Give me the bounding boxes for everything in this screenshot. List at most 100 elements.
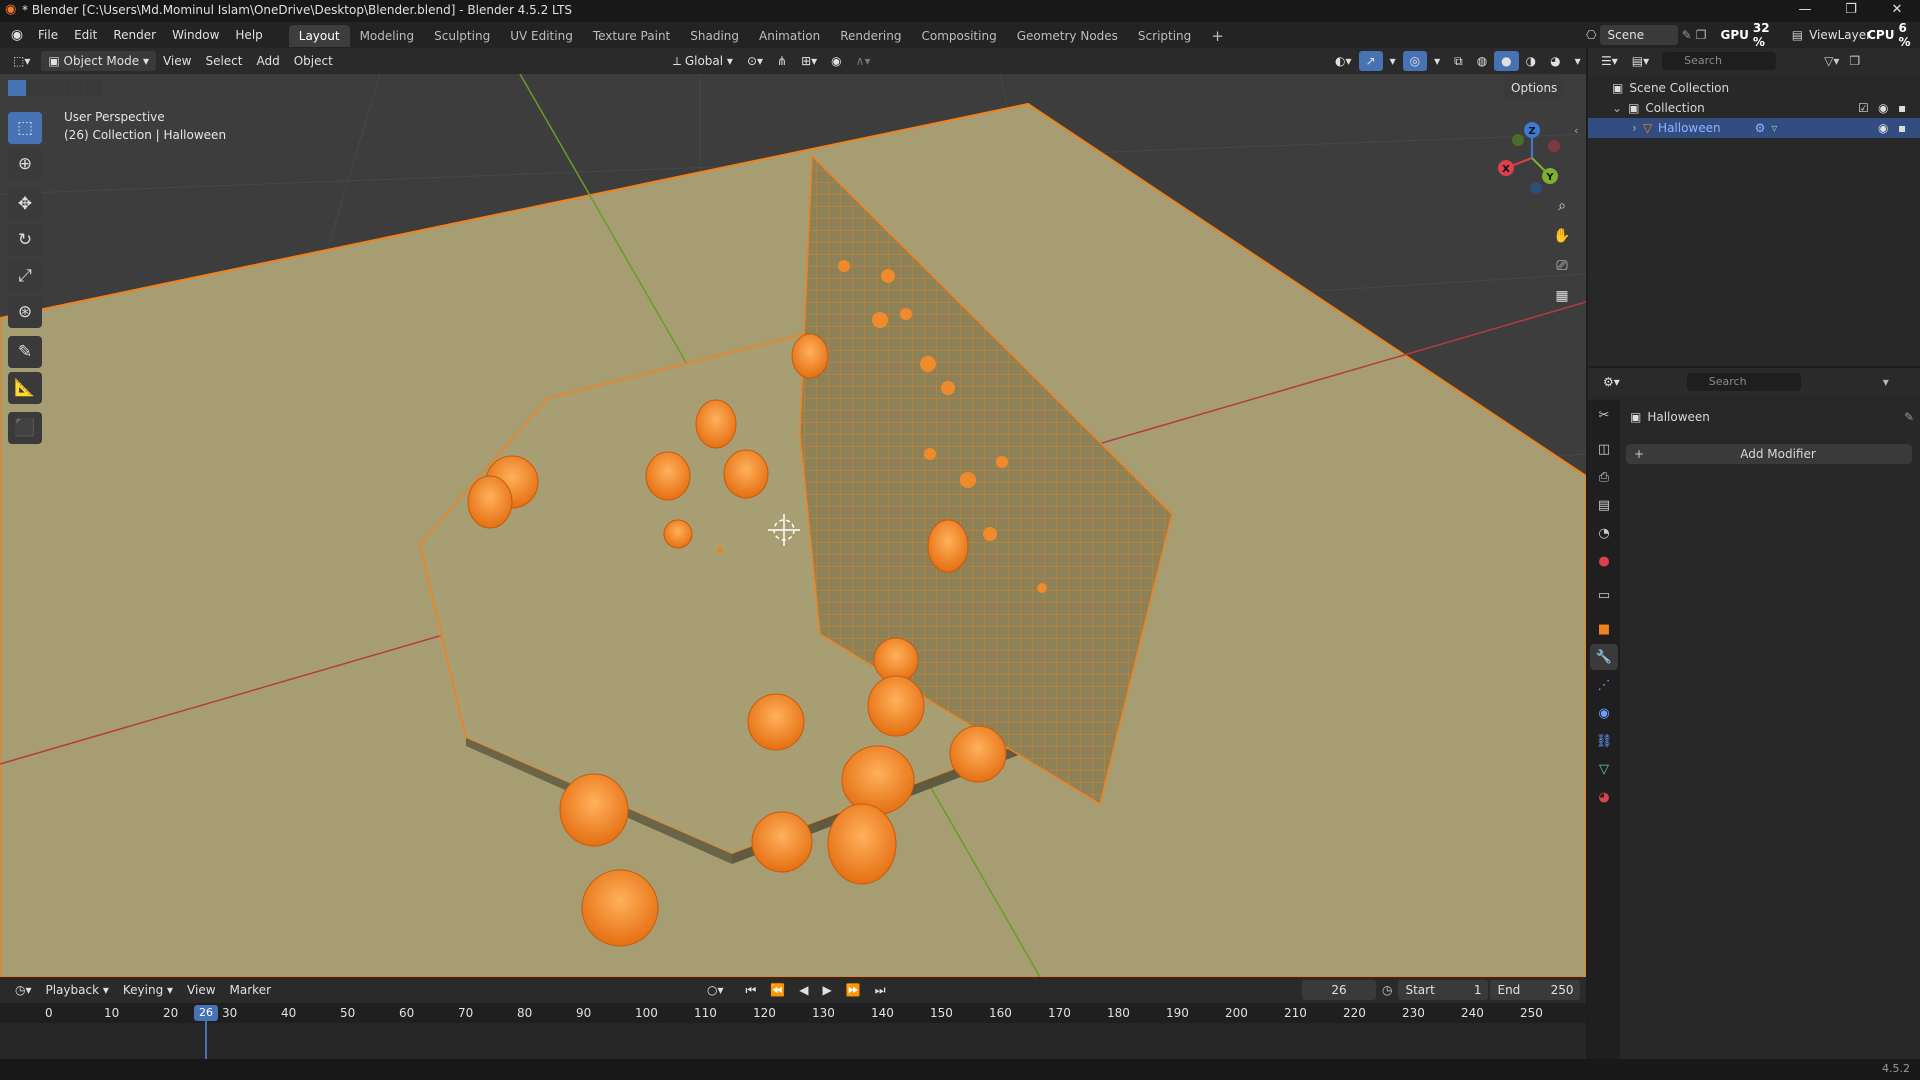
scene-selector[interactable]: Scene bbox=[1600, 25, 1678, 45]
add-modifier-button[interactable]: + Add Modifier bbox=[1626, 444, 1912, 464]
world-tab-icon[interactable]: ● bbox=[1590, 548, 1618, 574]
frame-ruler[interactable]: 0 10 20 30 40 50 60 70 80 90 100 110 120 130 140 150 160… bbox=[0, 1003, 1586, 1059]
properties-options-icon[interactable]: ▾ bbox=[1883, 375, 1889, 389]
display-mode-icon[interactable]: ▤▾ bbox=[1625, 51, 1656, 71]
menu-help[interactable]: Help bbox=[227, 22, 270, 48]
properties-editor-type-icon[interactable]: ⚙▾ bbox=[1596, 372, 1627, 392]
render-tab-icon[interactable]: ◫ bbox=[1590, 436, 1618, 462]
select-box-tool-icon[interactable]: ⬚ bbox=[8, 112, 42, 144]
tab-shading[interactable]: Shading bbox=[680, 25, 749, 47]
menu-render[interactable]: Render bbox=[105, 22, 164, 48]
select-new-icon[interactable] bbox=[8, 80, 26, 96]
timeline-editor-type-icon[interactable]: ◷▾ bbox=[8, 980, 39, 1000]
pivot-point-icon[interactable]: ⊙▾ bbox=[740, 51, 770, 71]
tab-compositing[interactable]: Compositing bbox=[911, 25, 1006, 47]
menu-file[interactable]: File bbox=[30, 22, 66, 48]
outliner-row-halloween[interactable]: › ▽ Halloween ⚙ ▿ ◉ ▪ bbox=[1588, 118, 1920, 138]
tab-texture-paint[interactable]: Texture Paint bbox=[583, 25, 680, 47]
cursor-tool-icon[interactable]: ⊕ bbox=[8, 148, 42, 180]
viewlayer-selector[interactable]: ViewLayer bbox=[1807, 25, 1871, 45]
tab-geometry-nodes[interactable]: Geometry Nodes bbox=[1007, 25, 1128, 47]
select-subtract-icon[interactable] bbox=[46, 80, 64, 96]
zoom-icon[interactable]: ⌕ bbox=[1548, 192, 1576, 220]
menu-view[interactable]: View bbox=[156, 51, 198, 71]
mesh-data-icon[interactable]: ▿ bbox=[1771, 118, 1777, 138]
play-reverse-icon[interactable]: ◀ bbox=[792, 980, 815, 1000]
jump-keyframe-forward-icon[interactable]: ⏩ bbox=[839, 980, 868, 1000]
visibility-icon[interactable]: ◐▾ bbox=[1328, 51, 1359, 71]
move-tool-icon[interactable]: ✥ bbox=[8, 188, 42, 220]
expand-collection-icon[interactable]: ⌄ bbox=[1612, 98, 1622, 118]
pan-hand-icon[interactable]: ✋ bbox=[1548, 222, 1576, 250]
end-frame-field[interactable]: End 250 bbox=[1490, 980, 1581, 1000]
expand-object-icon[interactable]: › bbox=[1632, 118, 1637, 138]
scale-tool-icon[interactable]: ⤢ bbox=[8, 260, 42, 292]
3d-viewport[interactable]: User Perspective (26) Collection | Hallo… bbox=[0, 74, 1586, 977]
outliner-search-input[interactable]: Search bbox=[1662, 52, 1777, 70]
material-tab-icon[interactable]: ◕ bbox=[1590, 784, 1618, 810]
snap-icon[interactable]: ⋔ bbox=[770, 51, 794, 71]
new-collection-icon[interactable]: ❐ bbox=[1849, 54, 1860, 68]
preview-range-icon[interactable]: ◷ bbox=[1382, 983, 1392, 997]
current-frame-field[interactable]: 26 bbox=[1302, 980, 1376, 1000]
tab-modeling[interactable]: Modeling bbox=[350, 25, 425, 47]
select-invert-icon[interactable] bbox=[65, 80, 83, 96]
maximize-button[interactable]: ❐ bbox=[1828, 0, 1874, 22]
new-scene-icon[interactable]: ❐ bbox=[1696, 28, 1707, 42]
select-intersect-icon[interactable] bbox=[84, 80, 102, 96]
solid-shading-icon[interactable]: ● bbox=[1494, 51, 1519, 71]
collection-checkbox-icon[interactable]: ☑ bbox=[1858, 98, 1869, 118]
transform-orientation-dropdown[interactable]: ⟂ Global ▾ bbox=[666, 51, 740, 71]
annotate-tool-icon[interactable]: ✎ bbox=[8, 336, 42, 368]
gizmo-dropdown-icon[interactable]: ▾ bbox=[1383, 51, 1403, 71]
snap-target-icon[interactable]: ⊞▾ bbox=[794, 51, 824, 71]
tab-rendering[interactable]: Rendering bbox=[830, 25, 911, 47]
xray-icon[interactable]: ⧉ bbox=[1447, 51, 1470, 71]
collection-camera-icon[interactable]: ▪ bbox=[1898, 98, 1906, 118]
halloween-camera-icon[interactable]: ▪ bbox=[1898, 118, 1906, 138]
properties-search-input[interactable]: Search bbox=[1686, 373, 1801, 391]
options-button[interactable]: Options bbox=[1504, 78, 1565, 98]
shading-dropdown-icon[interactable]: ▾ bbox=[1568, 51, 1588, 71]
physics-tab-icon[interactable]: ◉ bbox=[1590, 700, 1618, 726]
menu-select[interactable]: Select bbox=[198, 51, 249, 71]
proportional-edit-icon[interactable]: ◉ bbox=[824, 51, 848, 71]
wireframe-shading-icon[interactable]: ◍ bbox=[1470, 51, 1494, 71]
falloff-icon[interactable]: ∧▾ bbox=[849, 51, 878, 71]
menu-window[interactable]: Window bbox=[164, 22, 227, 48]
data-tab-icon[interactable]: ▽ bbox=[1590, 756, 1618, 782]
tab-sculpting[interactable]: Sculpting bbox=[424, 25, 500, 47]
filter-icon[interactable]: ▽▾ bbox=[1824, 54, 1839, 68]
ortho-grid-icon[interactable]: ▦ bbox=[1548, 282, 1576, 310]
tool-tab-icon[interactable]: ✂ bbox=[1590, 402, 1618, 428]
mode-dropdown[interactable]: ▣ Object Mode ▾ bbox=[41, 51, 156, 71]
playback-menu[interactable]: Playback ▾ bbox=[39, 980, 116, 1000]
play-icon[interactable]: ▶ bbox=[816, 980, 839, 1000]
gizmo-icon[interactable]: ↗ bbox=[1358, 51, 1383, 71]
menu-add[interactable]: Add bbox=[249, 51, 286, 71]
minimize-button[interactable]: — bbox=[1782, 0, 1828, 22]
halloween-eye-icon[interactable]: ◉ bbox=[1878, 118, 1888, 138]
object-tab-icon[interactable]: ■ bbox=[1590, 616, 1618, 642]
tab-scripting[interactable]: Scripting bbox=[1128, 25, 1201, 47]
collection-eye-icon[interactable]: ◉ bbox=[1878, 98, 1888, 118]
menu-edit[interactable]: Edit bbox=[66, 22, 105, 48]
output-tab-icon[interactable]: ⎙ bbox=[1590, 464, 1618, 490]
viewport-scene[interactable] bbox=[0, 74, 1586, 977]
jump-end-icon[interactable]: ⏭ bbox=[868, 980, 893, 1000]
add-cube-tool-icon[interactable]: ⬛ bbox=[8, 412, 42, 444]
modifier-wrench-icon[interactable]: ⚙ bbox=[1755, 118, 1766, 138]
sidebar-toggle-icon[interactable]: ‹ bbox=[1574, 124, 1578, 137]
camera-view-icon[interactable]: ⎚ bbox=[1548, 252, 1576, 280]
overlay-dropdown-icon[interactable]: ▾ bbox=[1427, 51, 1447, 71]
add-workspace-button[interactable]: + bbox=[1201, 25, 1234, 47]
measure-tool-icon[interactable]: 📐 bbox=[8, 372, 42, 404]
outliner-editor-type-icon[interactable]: ☰▾ bbox=[1594, 51, 1625, 71]
tab-uv-editing[interactable]: UV Editing bbox=[500, 25, 583, 47]
pin-icon[interactable]: ✎ bbox=[1682, 28, 1692, 42]
auto-keying-icon[interactable]: ○▾ bbox=[700, 980, 731, 1000]
tab-layout[interactable]: Layout bbox=[288, 25, 350, 47]
scene-tab-icon[interactable]: ◔ bbox=[1590, 520, 1618, 546]
start-frame-field[interactable]: Start 1 bbox=[1398, 980, 1489, 1000]
blender-menu-icon[interactable]: ◉ bbox=[4, 27, 30, 43]
